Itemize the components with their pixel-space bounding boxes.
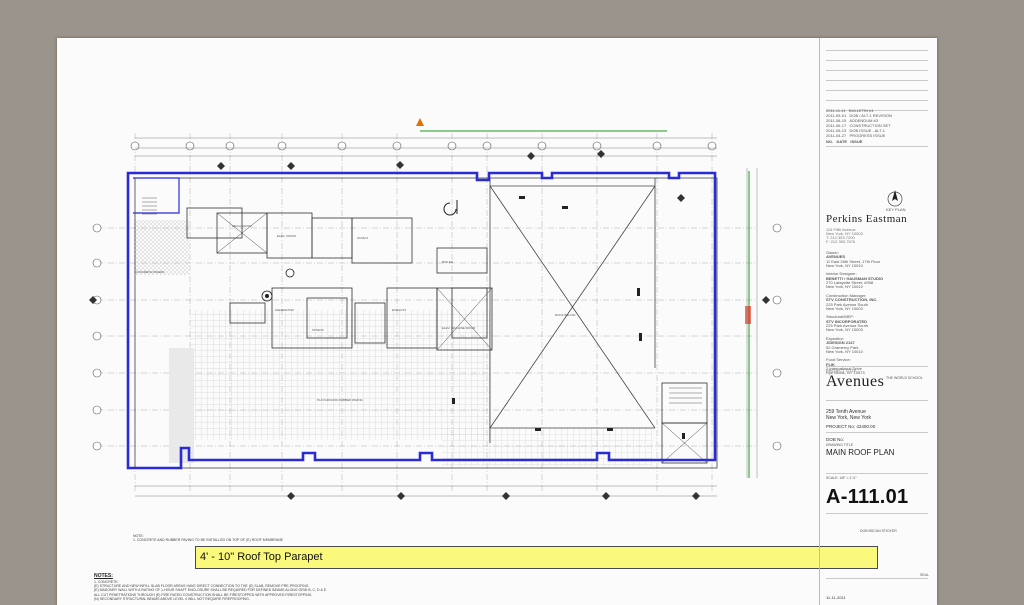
- seal-label: SEAL: [920, 573, 929, 577]
- project-title: Avenues: [826, 373, 885, 390]
- drawing-title-label: DRAWING TITLE: [826, 443, 854, 447]
- drawing-sheet: CONCRETE PAVERS MECH. ROOM ELEC. ROOM ST…: [57, 38, 937, 605]
- consultants-list: Owner: AVENUES 11 East 26th Street, 17th F…: [826, 250, 884, 376]
- project-address: 259 Tenth Avenue New York, New York: [826, 409, 872, 421]
- drawing-title: MAIN ROOF PLAN: [826, 448, 895, 457]
- roof-plan-svg: [89, 118, 782, 500]
- issue-date: 11-11-2011: [826, 595, 846, 600]
- room-label: CONCRETE PAVERS: [135, 270, 165, 274]
- dob-sticker-label: DOB BSCAN STICKER: [860, 529, 897, 533]
- room-label: PLAYGROUND RUBBER PAVING: [317, 398, 363, 402]
- room-label: STAIR B: [312, 328, 324, 332]
- parapet-callout: 4' - 10" Roof Top Parapet: [195, 546, 878, 569]
- room-label: BOILER: [442, 260, 454, 264]
- notes-heading: NOTES:: [94, 573, 113, 579]
- note-line: (E) MASONRY WALL WITH A RATING OF 1-HOUR…: [94, 588, 328, 593]
- section-symbol: [443, 200, 458, 216]
- note-line: (N) SECONDARY STRUCTURAL BEAMS ABOVE LEV…: [94, 596, 250, 601]
- scale-label: SCALE: 1/8" = 1'-0": [826, 476, 857, 480]
- roof-plan-drawing: CONCRETE PAVERS MECH. ROOM ELEC. ROOM ST…: [57, 38, 878, 605]
- room-label: STAIR A: [357, 236, 369, 240]
- dob-number: DOB No:: [826, 437, 845, 442]
- room-label: ROOF BELOW: [555, 313, 576, 317]
- title-block: 2011-11-11 BULLETIN #1 2011-09-01 DOB / …: [819, 38, 937, 605]
- rev-header: NO. DATE ISSUE: [826, 139, 863, 144]
- room-label: ELEC. ROOM: [277, 234, 296, 238]
- rev-row: 2011-04-27 PROGRESS ISSUE: [826, 133, 886, 138]
- firm-address: 115 Fifth Avenue New York, NY 10003 T: 212…: [826, 227, 863, 244]
- room-label: ELEV. MACHINE ROOM: [442, 326, 476, 330]
- firm-name: Perkins Eastman: [826, 213, 908, 225]
- notes-body: 1. CONCRETE: (E) STRUCTURE AND NEW INFIL…: [94, 580, 327, 601]
- project-number: PROJECT No: 42400.00: [826, 424, 876, 429]
- key-plan-label: KEY PLAN: [886, 207, 906, 212]
- project-subtitle: THE WORLD SCHOOL: [886, 376, 923, 380]
- room-label: EXHAUST: [392, 308, 407, 312]
- sheet-number: A-111.01: [826, 486, 909, 508]
- room-label: GENERATOR: [275, 308, 294, 312]
- room-label: MECH. ROOM: [232, 224, 252, 228]
- top-note: NOTE: 1. CONCRETE AND RUBBER PAVING TO BE…: [133, 534, 284, 543]
